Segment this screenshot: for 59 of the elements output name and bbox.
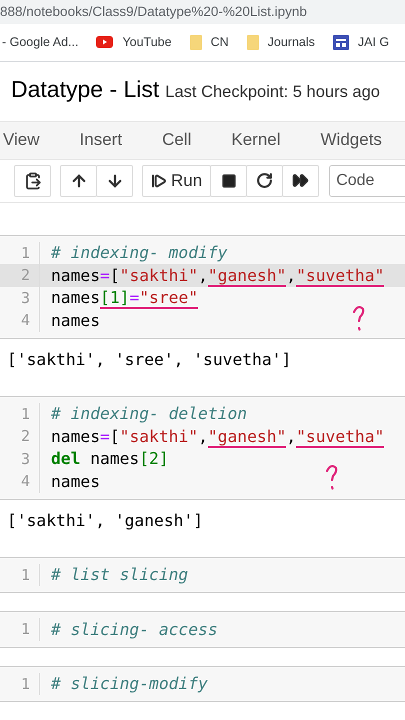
menu-item[interactable]: Insert — [80, 130, 122, 150]
checkpoint-status: Last Checkpoint: 5 hours ago — [165, 83, 380, 102]
line-number: 1 — [0, 564, 40, 586]
arrow-down-icon — [106, 172, 124, 190]
toolbar-button[interactable] — [210, 164, 248, 197]
stop-icon — [220, 172, 237, 189]
bookmark[interactable]: - Google Ad... — [2, 35, 78, 50]
cell-output: ['sakthi', 'sree', 'suvetha'] — [6, 348, 292, 370]
line-number: 1 — [0, 618, 40, 640]
line-number: 4 — [0, 309, 40, 332]
code-line: # slicing-modify — [50, 674, 208, 694]
restart-icon — [256, 172, 274, 190]
line-number: 2 — [0, 264, 40, 286]
cell-type-select[interactable]: Code — [329, 164, 405, 197]
paste-icon — [24, 172, 42, 190]
code-line: del names[2] — [50, 449, 169, 468]
code-cell[interactable]: 1 # slicing-modify — [0, 666, 405, 702]
menu-item[interactable]: Cell — [162, 130, 192, 150]
menu-item[interactable]: Widgets — [320, 130, 382, 150]
run-button[interactable]: Run — [142, 164, 212, 197]
step-forward-icon — [151, 172, 167, 189]
folder-icon — [190, 34, 202, 50]
menu-item[interactable]: Kernel — [231, 130, 281, 150]
bookmark[interactable]: Journals — [246, 34, 315, 50]
bookmark[interactable]: CN — [190, 34, 229, 50]
bookmark[interactable]: JAI G — [332, 34, 390, 50]
line-number: 3 — [0, 286, 40, 309]
code-cell[interactable]: 1 # indexing- deletion 2 names=["sakthi","ganesh","suvetha" 3 del names[2] 4 names — [0, 396, 405, 500]
toolbar-button[interactable] — [246, 164, 284, 197]
code-cell[interactable]: 1 # list slicing — [0, 556, 405, 593]
code-line: # slicing- access — [50, 620, 218, 639]
line-number: 2 — [0, 425, 40, 448]
toolbar-button[interactable] — [282, 164, 320, 197]
code-cell[interactable]: 1 # indexing- modify 2 names=["sakthi","ganesh","suvetha" 3 names[1]="sree" 4 names — [0, 234, 405, 338]
code-line: # indexing- deletion — [50, 404, 248, 424]
notebook-title[interactable]: Datatype - List — [11, 76, 160, 104]
fast-forward-icon — [292, 172, 310, 190]
menu-item[interactable]: View — [3, 130, 40, 150]
folder-icon — [246, 34, 259, 50]
code-line: names — [50, 310, 100, 330]
site-icon — [332, 34, 349, 50]
line-number: 1 — [0, 672, 40, 695]
toolbar-button[interactable] — [14, 164, 51, 197]
line-number: 3 — [0, 448, 40, 470]
code-line: # indexing- modify — [50, 243, 228, 262]
code-line: names — [50, 472, 100, 491]
code-line: names=["sakthi","ganesh","suvetha" — [50, 426, 384, 446]
code-cell[interactable]: 1 # slicing- access — [0, 611, 405, 648]
line-number: 1 — [0, 402, 40, 425]
code-line: # list slicing — [50, 565, 188, 584]
toolbar-button[interactable] — [60, 164, 97, 197]
code-line: names=["sakthi","ganesh","suvetha" — [50, 266, 384, 285]
address-bar[interactable]: 888/notebooks/Class9/Datatype%20-%20List.ipynb — [0, 0, 405, 24]
code-line: names[1]="sree" — [50, 288, 198, 308]
bookmark[interactable]: YouTube — [96, 35, 172, 50]
play-icon — [96, 36, 114, 48]
cell-output: ['sakthi', 'ganesh'] — [6, 510, 204, 532]
toolbar-button[interactable] — [96, 164, 133, 197]
line-number: 4 — [0, 470, 40, 492]
